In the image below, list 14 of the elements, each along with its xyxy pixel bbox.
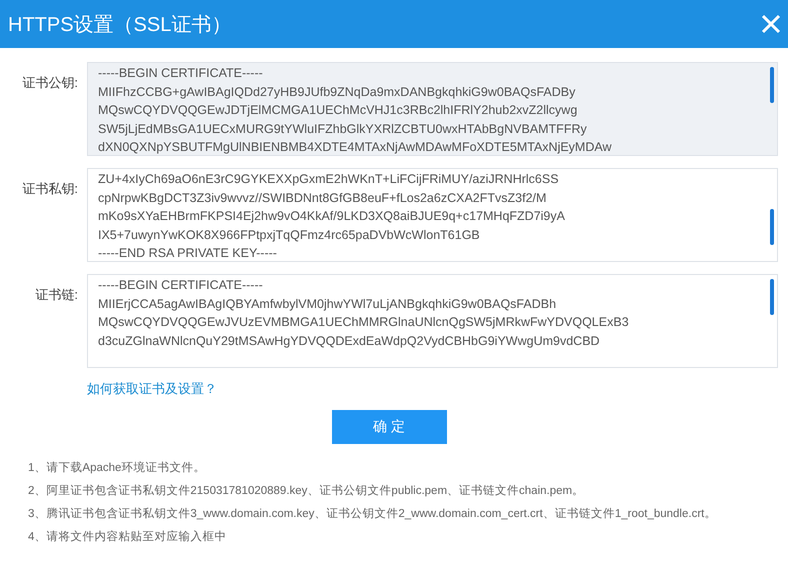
field-label: 证书链:	[34, 286, 78, 304]
field-label: 证书私钥:	[21, 180, 78, 198]
instruction-text: 4、请将文件内容粘贴至对应输入框中	[28, 529, 228, 544]
instruction-text: 1、请下载Apache环境证书文件。	[28, 460, 206, 475]
certificate-field[interactable]: ZU+4xIyCh69aO6nE3rC9GYKEXXpGxmE2hWKnT+LiFCijFRiMUY/aziJRNHrlc6SS cpNrpwKBgDCT3Z3iv9wvvz//SWIBDNnt8GfGB8euF+fLos2a6zCXA2FTvsZ3f2/M mKo9sXYaEHBrmFKPSI4Ej2hw9vO4KkAf/9LKD3XQ8aiBJUE9q+c17MHqFZD7i9yA IX5+7uwynYwKOK8X966FPtpxjTqQFmz4rc65paDVbWcWlonT61GB -----END RSA PRIVATE KEY-----	[87, 168, 778, 262]
close-icon[interactable]	[760, 13, 782, 35]
scrollbar-thumb[interactable]	[770, 279, 774, 315]
field-label: 证书公钥:	[21, 74, 78, 92]
help-link[interactable]: 如何获取证书及设置？	[87, 380, 217, 398]
certificate-field[interactable]: -----BEGIN CERTIFICATE----- MIIErjCCA5agAwIBAgIQBYAmfwbylVM0jhwYWl7uLjANBgkqhkiG9w0BAQsFADBh MQswCQYDVQQGEwJVUzEVMBMGA1UEChMMRGlnaUNlcnQgSW5jMRkwFwYDVQQLExB3 d3cuZGlnaWNlcnQuY29tMSAwHgYDVQQDExdEaWdpQ2VydCBHbG9iYWwgUm9vdCBD	[87, 274, 778, 368]
dialog-title: HTTPS设置（SSL证书）	[8, 12, 232, 38]
instruction-text: 3、腾讯证书包含证书私钥文件3_www.domain.com.key、证书公钥文件2_www.domain.com_cert.crt、证书链文件1_root_bundle.crt。	[28, 506, 718, 521]
instruction-text: 2、阿里证书包含证书私钥文件215031781020889.key、证书公钥文件public.pem、证书链文件chain.pem。	[28, 484, 586, 498]
scrollbar-thumb[interactable]	[770, 209, 774, 245]
